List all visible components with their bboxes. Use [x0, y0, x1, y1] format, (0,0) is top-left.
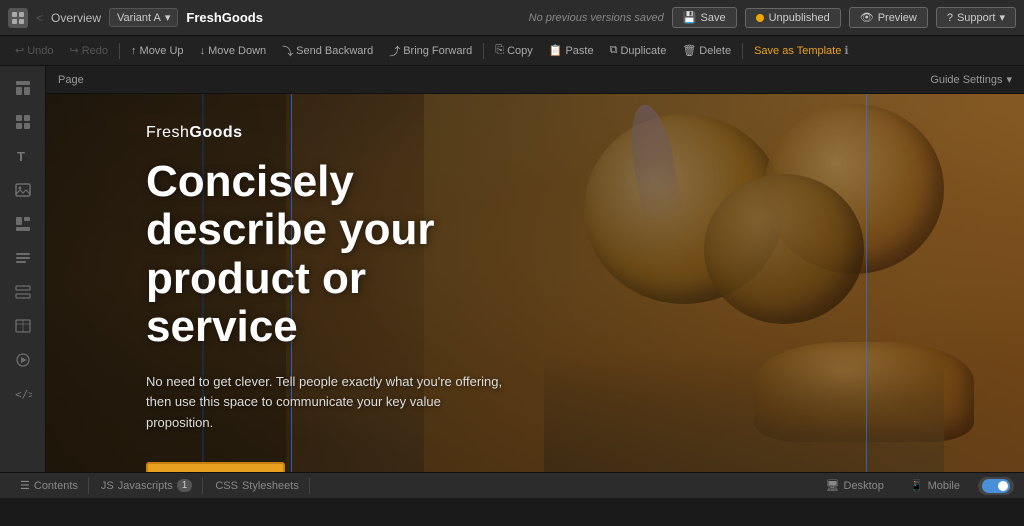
- duplicate-icon: ⧉: [610, 44, 618, 57]
- sidebar-icon-widget[interactable]: [5, 208, 41, 240]
- sidebar-icon-lines[interactable]: [5, 242, 41, 274]
- move-down-button[interactable]: ↓ Move Down: [193, 43, 274, 59]
- hero-description: No need to get clever. Tell people exact…: [146, 372, 506, 434]
- main-area: T: [0, 66, 1024, 472]
- topbar-right: No previous versions saved 💾 Save Unpubl…: [529, 7, 1016, 28]
- list-icon: ☰: [20, 479, 30, 492]
- send-backward-icon: ⤵: [282, 43, 293, 59]
- sidebar-icon-grid[interactable]: [5, 106, 41, 138]
- mobile-view-button[interactable]: 📱 Mobile: [902, 477, 968, 494]
- bottombar-right: 🖥 Desktop 📱 Mobile: [818, 477, 1014, 495]
- toolbar: ↩ Undo ↪ Redo ↑ Move Up ↓ Move Down ⤵ Se…: [0, 36, 1024, 66]
- svg-text:T: T: [17, 149, 25, 164]
- eye-icon: 👁: [860, 11, 874, 24]
- variant-selector[interactable]: Variant A ▾: [109, 8, 178, 27]
- toggle-switch[interactable]: [982, 479, 1010, 493]
- chevron-down-icon: ▾: [999, 11, 1005, 24]
- css-icon: CSS: [215, 480, 238, 492]
- sidebar-icon-video[interactable]: [5, 344, 41, 376]
- info-icon: ℹ: [844, 44, 848, 57]
- redo-icon: ↪: [70, 44, 79, 57]
- view-toggle[interactable]: [978, 477, 1014, 495]
- hero-title: Concisely describe your product or servi…: [146, 158, 506, 352]
- bottombar-left: ☰ Contents JS Javascripts 1 CSS Styleshe…: [10, 477, 310, 494]
- javascripts-tab[interactable]: JS Javascripts 1: [91, 477, 203, 494]
- brand-name: FreshGoods: [146, 124, 506, 142]
- js-count-badge: 1: [177, 479, 193, 492]
- top-bar: < Overview Variant A ▾ FreshGoods No pre…: [0, 0, 1024, 36]
- contents-tab[interactable]: ☰ Contents: [10, 477, 89, 494]
- send-backward-button[interactable]: ⤵ Send Backward: [275, 41, 380, 61]
- toolbar-separator: [119, 43, 120, 59]
- paste-icon: 📋: [549, 44, 563, 57]
- save-template-button[interactable]: Save as Template ℹ: [747, 42, 855, 59]
- overview-link[interactable]: Overview: [51, 11, 101, 25]
- chevron-down-icon: ▾: [1006, 73, 1012, 86]
- hero-content: FreshGoods Concisely describe your produ…: [146, 124, 506, 472]
- sidebar-icon-image[interactable]: [5, 174, 41, 206]
- page-label-bar: Page Guide Settings ▾: [46, 66, 1024, 94]
- hero-section[interactable]: FreshGoods Concisely describe your produ…: [46, 94, 1024, 472]
- mobile-icon: 📱: [910, 479, 924, 492]
- bring-forward-button[interactable]: ⤴ Bring Forward: [382, 41, 479, 61]
- desktop-view-button[interactable]: 🖥 Desktop: [818, 477, 892, 494]
- guide-settings-button[interactable]: Guide Settings ▾: [930, 73, 1012, 86]
- site-name: FreshGoods: [186, 10, 263, 25]
- delete-button[interactable]: 🗑 Delete: [675, 42, 738, 59]
- toolbar-separator-2: [483, 43, 484, 59]
- delete-icon: 🗑: [682, 44, 696, 57]
- redo-button[interactable]: ↪ Redo: [63, 42, 116, 59]
- arrow-up-icon: ↑: [131, 45, 137, 57]
- bring-forward-icon: ⤴: [389, 43, 400, 59]
- no-versions-text: No previous versions saved: [529, 12, 664, 24]
- sidebar-icon-sections[interactable]: [5, 72, 41, 104]
- stylesheets-tab[interactable]: CSS Stylesheets: [205, 478, 310, 494]
- copy-button[interactable]: ⎘ Copy: [488, 42, 540, 59]
- undo-icon: ↩: [15, 44, 24, 57]
- chevron-down-icon: ▾: [165, 11, 171, 24]
- undo-button[interactable]: ↩ Undo: [8, 42, 61, 59]
- unpublished-button[interactable]: Unpublished: [745, 8, 841, 28]
- copy-icon: ⎘: [495, 44, 504, 57]
- svg-text:</>: </>: [15, 388, 32, 401]
- cta-button[interactable]: ORDER NOW: [146, 462, 285, 472]
- brand-bold: Goods: [189, 124, 242, 141]
- question-icon: ?: [947, 12, 953, 24]
- sidebar-icon-form[interactable]: [5, 276, 41, 308]
- paste-button[interactable]: 📋 Paste: [542, 42, 601, 59]
- support-button[interactable]: ? Support ▾: [936, 7, 1016, 28]
- sidebar-icon-code[interactable]: </>: [5, 378, 41, 410]
- unpublished-status-dot: [756, 14, 764, 22]
- move-up-button[interactable]: ↑ Move Up: [124, 43, 191, 59]
- app-logo: [8, 8, 28, 28]
- page-label: Page: [58, 74, 84, 86]
- sidebar: T: [0, 66, 46, 472]
- js-icon: JS: [101, 480, 114, 492]
- preview-button[interactable]: 👁 Preview: [849, 7, 928, 28]
- toolbar-separator-3: [742, 43, 743, 59]
- arrow-down-icon: ↓: [200, 45, 206, 57]
- duplicate-button[interactable]: ⧉ Duplicate: [603, 42, 674, 59]
- desktop-icon: 🖥: [826, 479, 840, 492]
- save-button[interactable]: 💾 Save: [672, 7, 737, 28]
- topbar-sep: <: [36, 11, 43, 25]
- save-icon: 💾: [683, 11, 697, 24]
- sidebar-icon-text[interactable]: T: [5, 140, 41, 172]
- sidebar-icon-table[interactable]: [5, 310, 41, 342]
- bottom-bar: ☰ Contents JS Javascripts 1 CSS Styleshe…: [0, 472, 1024, 498]
- canvas-area: Page Guide Settings ▾: [46, 66, 1024, 472]
